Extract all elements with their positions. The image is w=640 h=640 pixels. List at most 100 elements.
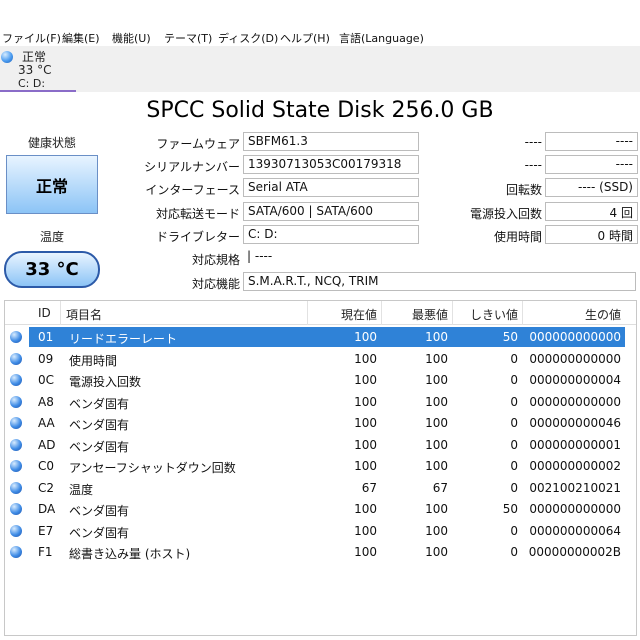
status-dot-icon (10, 546, 22, 558)
row-threshold: 0 (510, 545, 518, 559)
row-worst: 100 (425, 330, 448, 344)
row-current: 100 (354, 459, 377, 473)
power-on-hours-value: 0 時間 (545, 225, 638, 244)
table-row[interactable]: 01 リードエラーレート 100 100 50 000000000000 (5, 326, 636, 348)
header-threshold[interactable]: しきい値 (452, 306, 518, 323)
row-worst: 100 (425, 502, 448, 516)
row-id: A8 (38, 394, 54, 409)
menu-theme[interactable]: テーマ(T) (164, 30, 212, 46)
health-label: 健康状態 (27, 136, 76, 150)
transfer-mode-value: SATA/600 | SATA/600 (243, 202, 419, 221)
row-worst: 100 (425, 351, 448, 366)
menu-function[interactable]: 機能(U) (112, 30, 151, 46)
row-threshold: 0 (510, 394, 518, 409)
row-raw: 000000000046 (529, 416, 621, 430)
table-row[interactable]: 0C 電源投入回数 100 100 0 000000000004 (5, 369, 636, 391)
menu-disk[interactable]: ディスク(D) (218, 30, 278, 46)
row-current: 100 (354, 351, 377, 366)
interface-label: インターフェース (145, 183, 240, 197)
table-row[interactable]: DA ベンダ固有 100 100 50 000000000000 (5, 498, 636, 520)
header-raw[interactable]: 生の値 (522, 306, 621, 323)
row-threshold: 0 (510, 373, 518, 387)
row-worst: 100 (425, 459, 448, 473)
status-dot-icon (10, 352, 22, 365)
row-raw: 000000000004 (529, 373, 621, 387)
row-threshold: 50 (502, 502, 518, 516)
row-current: 100 (354, 394, 377, 409)
row-name: ベンダ固有 (69, 396, 130, 411)
standard-value: | ---- (243, 248, 419, 267)
row-name: 電源投入回数 (69, 375, 142, 389)
row-id: C2 (38, 480, 55, 495)
row-threshold: 50 (502, 330, 518, 344)
row-current: 100 (354, 523, 377, 538)
status-dot-icon (10, 331, 22, 343)
smart-table-header: ID 項目名 現在値 最悪値 しきい値 生の値 (5, 301, 636, 325)
row-name: 総書き込み量 (ホスト) (69, 547, 191, 561)
features-value: S.M.A.R.T., NCQ, TRIM (243, 272, 636, 291)
status-dot-icon (10, 374, 22, 386)
row-worst: 100 (425, 437, 448, 452)
header-name[interactable]: 項目名 (66, 306, 102, 323)
table-row[interactable]: E7 ベンダ固有 100 100 0 000000000064 (5, 520, 636, 542)
row-id: 09 (38, 351, 54, 366)
table-row[interactable]: F1 総書き込み量 (ホスト) 100 100 0 00000000002B (5, 541, 636, 563)
row-name: 温度 (69, 482, 94, 497)
row-threshold: 0 (510, 523, 518, 538)
row-raw: 00000000002B (528, 545, 621, 559)
menu-edit[interactable]: 編集(E) (62, 30, 100, 46)
header-worst[interactable]: 最悪値 (381, 306, 448, 323)
menu-file[interactable]: ファイル(F) (2, 30, 61, 46)
serial-label: シリアルナンバー (144, 160, 240, 174)
table-row[interactable]: C0 アンセーフシャットダウン回数 100 100 0 000000000002 (5, 455, 636, 477)
rotation-value: ---- (SSD) (545, 178, 638, 197)
row-current: 100 (354, 502, 377, 516)
row-raw: 000000000000 (529, 394, 621, 409)
row-raw: 000000000064 (529, 523, 621, 538)
row-worst: 100 (425, 373, 448, 387)
rotation-label: 回転数 (505, 183, 542, 197)
header-id[interactable]: ID (38, 306, 51, 320)
row-name: ベンダ固有 (69, 418, 130, 432)
health-status-icon (1, 51, 13, 63)
row-id: DA (38, 502, 56, 516)
menu-help[interactable]: ヘルプ(H) (280, 30, 330, 46)
status-dot-icon (10, 503, 22, 515)
row-raw: 000000000002 (529, 459, 621, 473)
temperature-button[interactable]: 33 °C (4, 251, 100, 288)
smart-table[interactable]: ID 項目名 現在値 最悪値 しきい値 生の値 01 リードエラーレート 100 10… (4, 300, 637, 636)
row-threshold: 0 (510, 480, 518, 495)
temperature-label: 温度 (39, 230, 64, 244)
row-threshold: 0 (510, 459, 518, 473)
features-label: 対応機能 (191, 277, 240, 291)
power-on-count-label: 電源投入回数 (469, 207, 542, 221)
row-current: 100 (354, 330, 377, 344)
status-dot-icon (10, 395, 22, 408)
disk-title: SPCC Solid State Disk 256.0 GB (146, 98, 494, 123)
row-raw: 002100210021 (529, 480, 621, 495)
disk-tab[interactable]: 正常 33 °C C: D: (0, 46, 76, 92)
status-dot-icon (10, 438, 22, 451)
unknown-label-1: ---- (524, 135, 542, 149)
table-row[interactable]: A8 ベンダ固有 100 100 0 000000000000 (5, 391, 636, 413)
firmware-value: SBFM61.3 (243, 132, 419, 151)
serial-value: 13930713053C00179318 (243, 155, 419, 174)
row-name: 使用時間 (69, 353, 118, 368)
power-on-hours-label: 使用時間 (493, 230, 542, 244)
row-current: 100 (354, 416, 377, 430)
row-worst: 67 (432, 480, 448, 495)
row-threshold: 0 (510, 437, 518, 452)
row-threshold: 0 (510, 351, 518, 366)
row-raw: 000000000000 (529, 502, 621, 516)
table-row[interactable]: AA ベンダ固有 100 100 0 000000000046 (5, 412, 636, 434)
status-dot-icon (10, 460, 22, 472)
table-row[interactable]: C2 温度 67 67 0 002100210021 (5, 477, 636, 499)
table-row[interactable]: 09 使用時間 100 100 0 000000000000 (5, 348, 636, 370)
health-status-button[interactable]: 正常 (6, 155, 98, 214)
row-raw: 000000000000 (529, 351, 621, 366)
menu-language[interactable]: 言語(Language) (339, 30, 424, 46)
row-raw: 000000000000 (529, 330, 621, 344)
row-worst: 100 (425, 523, 448, 538)
table-row[interactable]: AD ベンダ固有 100 100 0 000000000001 (5, 434, 636, 456)
header-current[interactable]: 現在値 (307, 306, 377, 323)
